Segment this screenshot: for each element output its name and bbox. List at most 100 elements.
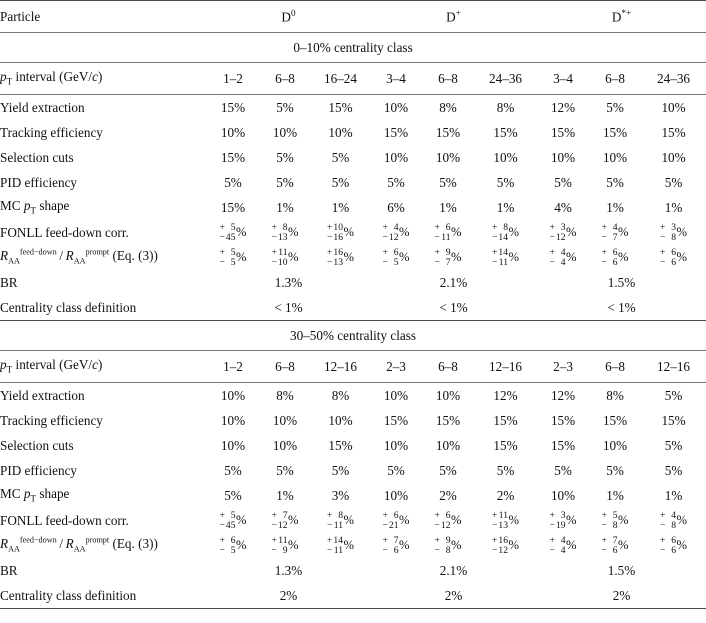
row-label-1-5: FONLL feed-down corr. — [0, 512, 129, 528]
cell-0-3-8: 5% — [664, 174, 683, 190]
cell-0-4-5: 1% — [496, 199, 515, 215]
pt-interval-0-5: 24–36 — [474, 62, 538, 95]
cell-1-4-4: 2% — [439, 487, 457, 503]
cell-1-0-0: 10% — [220, 387, 246, 403]
cell-0-2-1: 5% — [276, 149, 294, 165]
pt-interval-1-4: 6–8 — [422, 350, 474, 383]
cell-1-2-7: 10% — [602, 437, 628, 453]
table-row: Tracking efficiency 10% 10% 10% 15% 15% 15% 15%… — [0, 120, 706, 145]
table-body: Particle D0 D+ D*+ 0–10% centrality class pT … — [0, 0, 706, 609]
row-label-1-4: MC pT shape — [0, 485, 70, 504]
cell-0-5-3: +4 −12% — [382, 221, 410, 243]
cell-1-5-6: +3 −19% — [549, 509, 577, 531]
row-label-1-8: Centrality class definition — [0, 583, 207, 609]
cell-0-0-0: 15% — [220, 99, 246, 115]
cell-1-6-3: +7−6% — [382, 534, 410, 556]
row-label-1-0: Yield extraction — [0, 387, 85, 403]
table-row: BR 1.3% 2.1% 1.5% — [0, 558, 706, 583]
cell-0-0-1: 5% — [276, 99, 294, 115]
cell-1-3-6: 5% — [554, 462, 572, 478]
pt-interval-0-0: 1–2 — [207, 62, 259, 95]
cell-1-3-1: 5% — [276, 462, 294, 478]
row-label-1-1: Tracking efficiency — [0, 412, 103, 428]
cell-1-4-0: 5% — [224, 487, 242, 503]
cell-1-6-7: +7−6% — [601, 534, 629, 556]
cell-1-3-7: 5% — [606, 462, 624, 478]
cell-0-0-5: 8% — [496, 99, 515, 115]
cell-1-6-2: +14 −11% — [327, 534, 354, 556]
cell-1-6-8: +6−6% — [660, 534, 688, 556]
cell-1-1-1: 10% — [272, 412, 298, 428]
systematic-uncertainties-table: Particle D0 D+ D*+ 0–10% centrality class pT … — [0, 0, 706, 609]
cell-0-3-3: 5% — [387, 174, 405, 190]
pt-interval-label-1: pT interval (GeV/c) — [0, 350, 207, 383]
cell-0-4-2: 1% — [331, 199, 350, 215]
cell-0-0-2: 15% — [328, 99, 353, 115]
cell-0-3-5: 5% — [496, 174, 515, 190]
table-row: RAAfeed−down / RAAprompt (Eq. (3)) +6−5% +… — [0, 533, 706, 558]
pt-interval-0-7: 6–8 — [589, 62, 642, 95]
cell-1-2-5: 15% — [493, 437, 518, 453]
pt-interval-1-6: 2–3 — [537, 350, 590, 383]
cell-1-1-4: 15% — [435, 412, 461, 428]
section-title-1: 30–50% centrality class — [0, 320, 706, 351]
row-label-1-7: BR — [0, 562, 18, 578]
cell-0-3-7: 5% — [606, 174, 624, 190]
cell-1-5-8: +4−8% — [660, 509, 688, 531]
cell-0-8-g2: < 1% — [537, 295, 706, 321]
cell-1-1-7: 15% — [602, 412, 628, 428]
cell-1-2-2: 15% — [328, 437, 353, 453]
cell-1-2-0: 10% — [220, 437, 246, 453]
cell-1-5-5: +11 −13% — [492, 509, 520, 531]
row-label-header: Particle — [0, 0, 207, 33]
cell-1-2-6: 15% — [550, 437, 576, 453]
row-label-0-3: PID efficiency — [0, 174, 78, 190]
pt-interval-row-0: pT interval (GeV/c) 1–2 6–8 16–24 3–4 6–8 24–3… — [0, 62, 706, 95]
cell-0-3-2: 5% — [331, 174, 350, 190]
cell-0-6-8: +6−6% — [660, 246, 688, 268]
particle-header-row: Particle D0 D+ D*+ — [0, 0, 706, 33]
cell-0-2-6: 10% — [550, 149, 576, 165]
cell-1-4-5: 2% — [496, 487, 515, 503]
cell-0-6-6: +4−4% — [549, 246, 577, 268]
cell-0-1-1: 10% — [272, 124, 298, 140]
cell-1-7-g1: 2.1% — [439, 562, 468, 578]
pt-interval-1-3: 2–3 — [370, 350, 422, 383]
cell-1-2-8: 5% — [664, 437, 683, 453]
cell-0-5-0: +5 −45% — [219, 221, 247, 243]
cell-0-6-0: +5−5% — [219, 246, 247, 268]
table-row: FONLL feed-down corr. +5 −45% +7 −12% +8 −11% +… — [0, 508, 706, 533]
pt-interval-row-1: pT interval (GeV/c) 1–2 6–8 12–16 2–3 6–8 12–1… — [0, 350, 706, 383]
cell-1-4-2: 3% — [331, 487, 350, 503]
cell-1-8-g0: 2% — [207, 583, 370, 609]
section-title-0: 0–10% centrality class — [0, 32, 706, 63]
cell-0-6-1: +11 −10% — [271, 246, 299, 268]
cell-1-3-4: 5% — [439, 462, 457, 478]
table-sheet: Particle D0 D+ D*+ 0–10% centrality class pT … — [0, 0, 706, 623]
table-row: Centrality class definition 2% 2% 2% — [0, 583, 706, 609]
cell-1-0-6: 12% — [550, 387, 576, 403]
cell-0-0-3: 10% — [383, 99, 409, 115]
particle-header-2: D*+ — [537, 0, 706, 33]
cell-1-6-5: +16 −12% — [492, 534, 520, 556]
cell-1-0-3: 10% — [383, 387, 409, 403]
cell-0-4-6: 4% — [554, 199, 572, 215]
cell-0-8-g1: < 1% — [370, 295, 538, 321]
cell-1-0-1: 8% — [276, 387, 294, 403]
cell-1-2-1: 10% — [272, 437, 298, 453]
pt-interval-1-5: 12–16 — [474, 350, 538, 383]
cell-1-6-1: +11−9% — [271, 534, 299, 556]
cell-1-3-0: 5% — [224, 462, 242, 478]
cell-1-5-7: +5−8% — [601, 509, 629, 531]
cell-0-6-3: +6−5% — [382, 246, 410, 268]
cell-1-1-8: 15% — [661, 412, 686, 428]
cell-0-5-8: +3−8% — [660, 221, 688, 243]
pt-interval-0-6: 3–4 — [537, 62, 590, 95]
pt-interval-label-0: pT interval (GeV/c) — [0, 62, 207, 95]
cell-0-0-7: 5% — [606, 99, 624, 115]
table-row: Tracking efficiency 10% 10% 10% 15% 15% 15% 15%… — [0, 408, 706, 433]
cell-1-0-8: 5% — [664, 387, 683, 403]
cell-0-2-2: 5% — [331, 149, 350, 165]
cell-1-2-4: 10% — [435, 437, 461, 453]
cell-0-4-7: 1% — [606, 199, 624, 215]
